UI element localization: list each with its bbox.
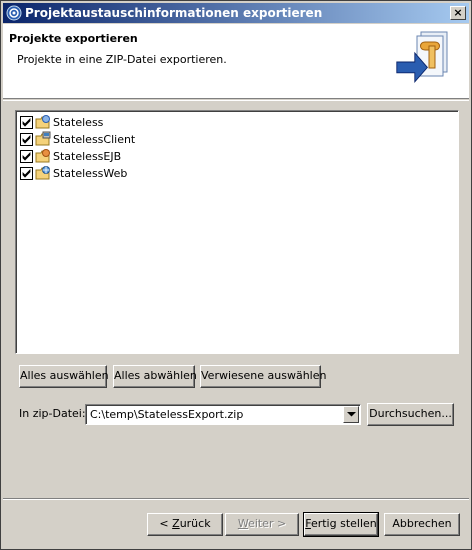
checkmark-icon (22, 168, 31, 178)
project-list[interactable]: Stateless StatelessClient StatelessEJB S… (15, 110, 459, 354)
header-separator (3, 100, 469, 101)
project-checkbox[interactable] (20, 132, 33, 146)
list-item[interactable]: StatelessWeb (20, 165, 127, 181)
cancel-button[interactable]: Abbrechen (384, 513, 460, 536)
wizard-header: Projekte exportieren Projekte in eine ZI… (3, 24, 469, 99)
checkmark-icon (22, 151, 31, 161)
browse-button[interactable]: Durchsuchen... (367, 403, 454, 426)
footer-separator-highlight (3, 499, 469, 500)
next-button[interactable]: Weiter > (225, 513, 299, 536)
finish-button[interactable]: Fertig stellen (303, 512, 379, 537)
zip-file-label: In zip-Datei: (19, 407, 86, 420)
back-label: urück (179, 517, 211, 530)
ear-project-icon (35, 115, 50, 129)
export-wizard-banner-icon (396, 31, 448, 83)
client-project-icon (35, 131, 51, 146)
chevron-down-icon (347, 412, 356, 417)
finish-label: ertig stellen (310, 517, 377, 530)
checkmark-icon (22, 117, 31, 127)
project-checkbox[interactable] (20, 115, 33, 129)
back-button[interactable]: < Zurück (147, 513, 223, 536)
title-bar[interactable]: Projektaustauschinformationen exportiere… (3, 3, 469, 23)
checkmark-icon (22, 134, 31, 144)
close-icon: × (453, 6, 463, 19)
deselect-all-button[interactable]: Alles abwählen (113, 365, 197, 388)
zip-path-value[interactable]: C:\temp\StatelessExport.zip (90, 408, 243, 421)
next-mnemonic: W (237, 517, 249, 530)
list-item[interactable]: StatelessClient (20, 131, 135, 147)
close-button[interactable]: × (450, 6, 466, 20)
select-all-button[interactable]: Alles auswählen (19, 365, 109, 388)
web-project-icon (35, 166, 50, 180)
back-prefix: < (159, 517, 173, 530)
back-mnemonic: Z (172, 517, 180, 530)
project-label: StatelessWeb (53, 166, 128, 180)
zip-path-combobox[interactable]: C:\temp\StatelessExport.zip (85, 404, 361, 425)
page-description: Projekte in eine ZIP-Datei exportieren. (17, 53, 227, 66)
project-label: StatelessEJB (53, 149, 122, 163)
list-item[interactable]: StatelessEJB (20, 148, 121, 164)
next-label: eiter > (248, 517, 287, 530)
project-checkbox[interactable] (20, 149, 33, 163)
export-dialog-window: Projektaustauschinformationen exportiere… (0, 0, 472, 550)
combo-dropdown-button[interactable] (343, 406, 359, 423)
eclipse-app-icon (6, 5, 22, 21)
page-title: Projekte exportieren (9, 32, 138, 45)
project-label: Stateless (53, 115, 104, 129)
project-checkbox[interactable] (20, 166, 33, 180)
list-item[interactable]: Stateless (20, 114, 103, 130)
select-referenced-button[interactable]: Verwiesene auswählen (200, 365, 326, 388)
project-label: StatelessClient (53, 132, 136, 146)
window-title: Projektaustauschinformationen exportiere… (25, 6, 323, 20)
ejb-project-icon (35, 149, 50, 163)
